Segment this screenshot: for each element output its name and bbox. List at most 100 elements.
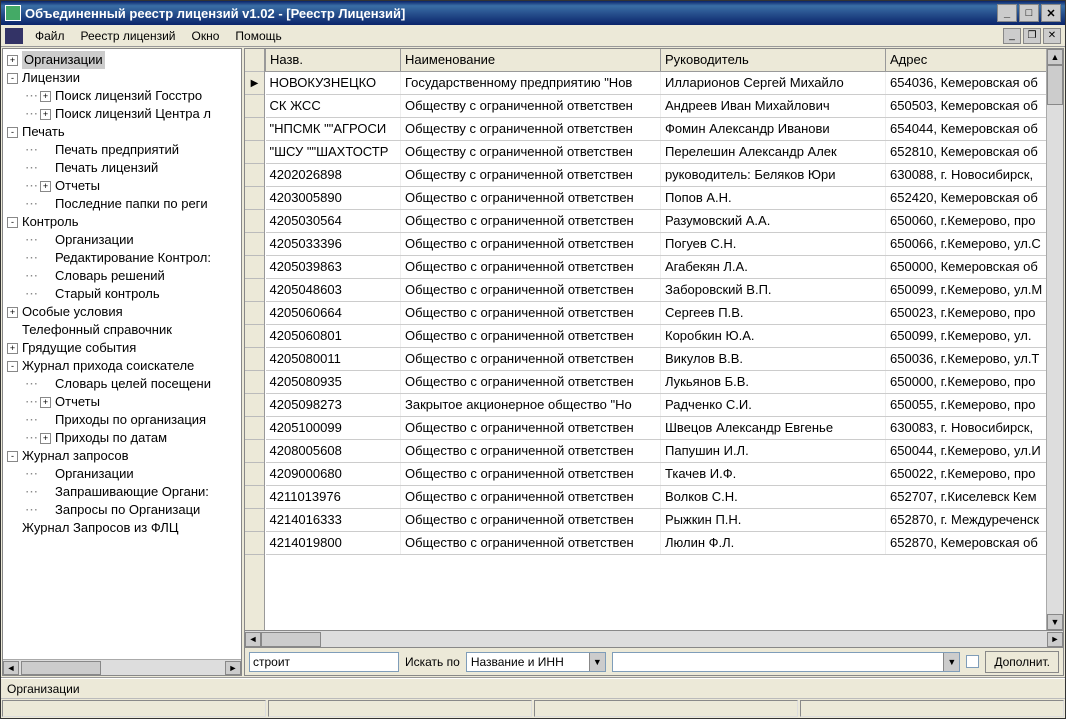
table-cell[interactable]: Люлин Ф.Л. bbox=[661, 531, 886, 554]
row-header[interactable] bbox=[245, 371, 264, 394]
mdi-close-button[interactable]: ✕ bbox=[1043, 28, 1061, 44]
table-cell[interactable]: руководитель: Беляков Юри bbox=[661, 163, 886, 186]
table-cell[interactable]: 4214019800 bbox=[266, 531, 401, 554]
table-cell[interactable]: 4203005890 bbox=[266, 186, 401, 209]
scroll-thumb[interactable] bbox=[21, 661, 101, 675]
table-cell[interactable]: Государственному предприятию "Нов bbox=[401, 71, 661, 94]
table-cell[interactable]: 4205039863 bbox=[266, 255, 401, 278]
scroll-up-icon[interactable]: ▲ bbox=[1047, 49, 1063, 65]
table-cell[interactable]: 4209000680 bbox=[266, 462, 401, 485]
tree-item[interactable]: ⋯Словарь решений bbox=[5, 267, 239, 285]
table-cell[interactable]: Общество с ограниченной ответствен bbox=[401, 324, 661, 347]
table-cell[interactable]: "НПСМК ""АГРОСИ bbox=[266, 117, 401, 140]
table-row[interactable]: 4205060664Общество с ограниченной ответс… bbox=[266, 301, 1047, 324]
table-cell[interactable]: Общество с ограниченной ответствен bbox=[401, 278, 661, 301]
row-header[interactable] bbox=[245, 187, 264, 210]
scroll-left-icon[interactable]: ◄ bbox=[245, 632, 261, 647]
table-row[interactable]: 4211013976Общество с ограниченной ответс… bbox=[266, 485, 1047, 508]
table-row[interactable]: 4205100099Общество с ограниченной ответс… bbox=[266, 416, 1047, 439]
tree-item[interactable]: ⋯Словарь целей посещени bbox=[5, 375, 239, 393]
grid-horizontal-scrollbar[interactable]: ◄ ► bbox=[244, 631, 1064, 648]
table-cell[interactable]: Коробкин Ю.А. bbox=[661, 324, 886, 347]
tree-item[interactable]: ⋯+Приходы по датам bbox=[5, 429, 239, 447]
row-header[interactable] bbox=[245, 486, 264, 509]
tree-item[interactable]: ⋯+Поиск лицензий Центра л bbox=[5, 105, 239, 123]
row-header[interactable] bbox=[245, 532, 264, 555]
table-cell[interactable]: Обществу с ограниченной ответствен bbox=[401, 163, 661, 186]
table-cell[interactable]: 652870, г. Междуреченск bbox=[886, 508, 1047, 531]
table-cell[interactable]: Викулов В.В. bbox=[661, 347, 886, 370]
row-header[interactable] bbox=[245, 210, 264, 233]
table-row[interactable]: 4209000680Общество с ограниченной ответс… bbox=[266, 462, 1047, 485]
table-cell[interactable]: 4205080935 bbox=[266, 370, 401, 393]
table-cell[interactable]: Общество с ограниченной ответствен bbox=[401, 416, 661, 439]
table-cell[interactable]: 4205030564 bbox=[266, 209, 401, 232]
table-row[interactable]: 4202026898Обществу с ограниченной ответс… bbox=[266, 163, 1047, 186]
scroll-right-icon[interactable]: ► bbox=[225, 661, 241, 675]
table-cell[interactable]: Общество с ограниченной ответствен bbox=[401, 508, 661, 531]
close-button[interactable]: ✕ bbox=[1041, 4, 1061, 22]
table-cell[interactable]: 4214016333 bbox=[266, 508, 401, 531]
table-cell[interactable]: 654044, Кемеровская об bbox=[886, 117, 1047, 140]
tree-item[interactable]: ⋯Печать предприятий bbox=[5, 141, 239, 159]
tree-item[interactable]: ⋯Организации bbox=[5, 231, 239, 249]
table-cell[interactable]: Общество с ограниченной ответствен bbox=[401, 232, 661, 255]
row-header[interactable] bbox=[245, 302, 264, 325]
table-cell[interactable]: Погуев С.Н. bbox=[661, 232, 886, 255]
table-cell[interactable]: 4205060664 bbox=[266, 301, 401, 324]
table-cell[interactable]: Общество с ограниченной ответствен bbox=[401, 485, 661, 508]
menu-item-файл[interactable]: Файл bbox=[27, 27, 73, 45]
current-row-indicator-icon[interactable]: ▶ bbox=[245, 72, 264, 95]
table-cell[interactable]: 650022, г.Кемерово, про bbox=[886, 462, 1047, 485]
row-header[interactable] bbox=[245, 141, 264, 164]
table-cell[interactable]: 650099, г.Кемерово, ул.М bbox=[886, 278, 1047, 301]
row-header[interactable] bbox=[245, 164, 264, 187]
table-cell[interactable]: 4205080011 bbox=[266, 347, 401, 370]
table-cell[interactable]: Закрытое акционерное общество "Но bbox=[401, 393, 661, 416]
table-cell[interactable]: 654036, Кемеровская об bbox=[886, 71, 1047, 94]
tree-item[interactable]: ⋯Последние папки по реги bbox=[5, 195, 239, 213]
table-cell[interactable]: Общество с ограниченной ответствен bbox=[401, 255, 661, 278]
scroll-down-icon[interactable]: ▼ bbox=[1047, 614, 1063, 630]
table-cell[interactable]: 4205060801 bbox=[266, 324, 401, 347]
row-header[interactable] bbox=[245, 417, 264, 440]
tree-item[interactable]: ⋯Запросы по Организаци bbox=[5, 501, 239, 519]
table-cell[interactable]: Общество с ограниченной ответствен bbox=[401, 531, 661, 554]
table-cell[interactable]: 4202026898 bbox=[266, 163, 401, 186]
additional-button[interactable]: Дополнит. bbox=[985, 651, 1059, 673]
table-cell[interactable]: СК ЖСС bbox=[266, 94, 401, 117]
table-cell[interactable]: 650055, г.Кемерово, про bbox=[886, 393, 1047, 416]
chevron-down-icon[interactable]: ▼ bbox=[589, 653, 605, 671]
tree-horizontal-scrollbar[interactable]: ◄ ► bbox=[3, 659, 241, 675]
table-cell[interactable]: Общество с ограниченной ответствен bbox=[401, 301, 661, 324]
grid-vertical-scrollbar[interactable]: ▲ ▼ bbox=[1046, 49, 1063, 630]
row-header[interactable] bbox=[245, 325, 264, 348]
table-cell[interactable]: Обществу с ограниченной ответствен bbox=[401, 117, 661, 140]
table-cell[interactable]: 650503, Кемеровская об bbox=[886, 94, 1047, 117]
collapse-icon[interactable]: - bbox=[7, 217, 18, 228]
expand-icon[interactable]: + bbox=[7, 55, 18, 66]
table-cell[interactable]: Радченко С.И. bbox=[661, 393, 886, 416]
table-cell[interactable]: 4205048603 bbox=[266, 278, 401, 301]
row-header[interactable] bbox=[245, 440, 264, 463]
table-cell[interactable]: 4205033396 bbox=[266, 232, 401, 255]
expand-icon[interactable]: + bbox=[40, 433, 51, 444]
table-cell[interactable]: 4205100099 bbox=[266, 416, 401, 439]
expand-icon[interactable]: + bbox=[7, 343, 18, 354]
table-cell[interactable]: Сергеев П.В. bbox=[661, 301, 886, 324]
table-cell[interactable]: Обществу с ограниченной ответствен bbox=[401, 94, 661, 117]
table-cell[interactable]: 650000, г.Кемерово, про bbox=[886, 370, 1047, 393]
row-header[interactable] bbox=[245, 394, 264, 417]
table-cell[interactable]: Ткачев И.Ф. bbox=[661, 462, 886, 485]
table-row[interactable]: 4205039863Общество с ограниченной ответс… bbox=[266, 255, 1047, 278]
table-row[interactable]: 4203005890Общество с ограниченной ответс… bbox=[266, 186, 1047, 209]
maximize-button[interactable]: □ bbox=[1019, 4, 1039, 22]
tree-item[interactable]: ⋯Старый контроль bbox=[5, 285, 239, 303]
row-header[interactable] bbox=[245, 509, 264, 532]
menu-item-помощь[interactable]: Помощь bbox=[227, 27, 289, 45]
table-row[interactable]: "ШСУ ""ШАХТОСТРОбществу с ограниченной о… bbox=[266, 140, 1047, 163]
tree-item[interactable]: ⋯Организации bbox=[5, 465, 239, 483]
tree-item[interactable]: ⋯Печать лицензий bbox=[5, 159, 239, 177]
table-cell[interactable]: Агабекян Л.А. bbox=[661, 255, 886, 278]
scroll-thumb[interactable] bbox=[1047, 65, 1063, 105]
